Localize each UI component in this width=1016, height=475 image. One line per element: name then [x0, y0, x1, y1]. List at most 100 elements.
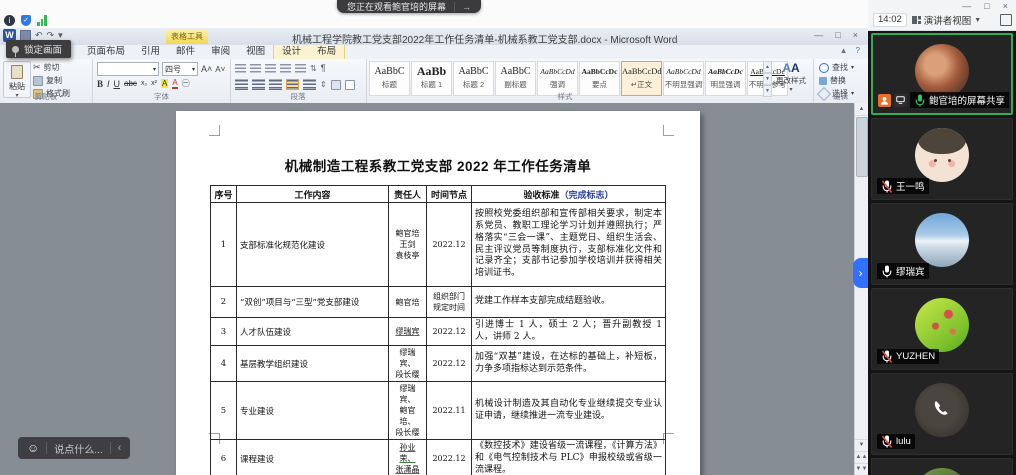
grow-font-icon[interactable]: A˄	[201, 64, 212, 74]
word-vertical-scrollbar[interactable]: ▲ ▼ ▲▲ ▼▼	[854, 103, 868, 475]
restore-icon[interactable]: □	[835, 30, 840, 40]
distribute-icon[interactable]	[303, 79, 316, 90]
restore-icon[interactable]: □	[984, 1, 989, 11]
shrink-font-icon[interactable]: A˅	[215, 65, 225, 74]
replace-button[interactable]: 替换	[819, 75, 854, 86]
superscript-icon[interactable]: x²	[151, 80, 157, 87]
show-marks-icon[interactable]: ¶	[321, 63, 326, 73]
align-justify-icon[interactable]	[286, 79, 299, 90]
sort-icon[interactable]: ⇅	[310, 64, 317, 73]
next-page-icon[interactable]: ▼▼	[855, 463, 868, 475]
participant-tile-王一鸣[interactable]: 王一鸣	[871, 118, 1013, 200]
shading-icon[interactable]	[331, 80, 341, 90]
col-header-time: 时间节点	[427, 186, 472, 203]
italic-button[interactable]: I	[107, 79, 110, 89]
chat-collapse-icon[interactable]: ‹	[118, 442, 122, 454]
font-name-combo[interactable]: ▾	[97, 62, 159, 76]
font-size-combo[interactable]: 四号▾	[162, 62, 198, 76]
cell-owner: 缪瑞宾、 鲍官培、 段长缨	[389, 382, 427, 440]
lock-screen-pin-button[interactable]: 锁定画面	[6, 40, 71, 58]
tab-页面布局[interactable]: 页面布局	[79, 45, 133, 59]
minimize-icon[interactable]: —	[962, 1, 971, 11]
screen-share-view: i ✓ W ↶ ↷ ▾ 表格工具 机械工程学院教工党支部2022年工作任务清单-…	[0, 0, 868, 475]
underline-button[interactable]: U	[114, 79, 121, 89]
borders-icon[interactable]	[345, 80, 355, 90]
participant-tile-缪瑞宾[interactable]: 缪瑞宾	[871, 203, 1013, 285]
tab-设计[interactable]: 设计	[274, 45, 309, 59]
participant-tile-partial[interactable]	[871, 458, 1013, 475]
chevron-down-icon: ▼	[974, 17, 981, 24]
mic-muted-icon	[881, 350, 893, 363]
participant-tile-lulu[interactable]: lulu	[871, 373, 1013, 455]
tab-视图[interactable]: 视图	[238, 45, 273, 59]
tab-审阅[interactable]: 审阅	[203, 45, 238, 59]
tab-引用[interactable]: 引用	[133, 45, 168, 59]
close-icon[interactable]: ×	[1003, 1, 1008, 11]
fullscreen-icon[interactable]	[1000, 14, 1012, 26]
participant-tile-鲍官培的屏幕共享[interactable]: 鲍官培的屏幕共享	[871, 33, 1013, 115]
align-left-icon[interactable]	[235, 79, 248, 90]
cell-time: 2022.12	[427, 318, 472, 346]
ribbon-minimize-help: ▲ ?	[840, 46, 860, 55]
participant-tile-YUZHEN[interactable]: YUZHEN	[871, 288, 1013, 370]
table-row: 3人才队伍建设缪瑞宾2022.12引进博士 1 人，硕士 2 人；晋升副教授 1…	[211, 318, 666, 346]
col-header-no: 序号	[211, 186, 237, 203]
cell-criteria: 引进博士 1 人，硕士 2 人；晋升副教授 1 人，讲师 2 人。	[472, 318, 666, 346]
gallery-more-icon[interactable]: ▼	[763, 85, 772, 97]
layout-grid-icon	[912, 16, 921, 24]
change-styles-button[interactable]: AA 更改样式 ▾	[773, 62, 809, 93]
decrease-indent-icon[interactable]	[280, 64, 291, 73]
copy-button[interactable]: 复制	[33, 75, 70, 86]
styles-gallery-arrows: ▲ ▼ ▼	[763, 61, 772, 94]
find-button[interactable]: 查找▾	[819, 62, 854, 73]
close-icon[interactable]: ×	[853, 30, 858, 40]
table-row: 2“双创”项目与“三型”党支部建设鲍官培组织部门 规定时间党建工作样本支部完成结…	[211, 287, 666, 318]
shield-icon[interactable]: ✓	[21, 15, 31, 26]
bullets-icon[interactable]	[235, 64, 246, 73]
bold-button[interactable]: B	[97, 79, 103, 89]
highlight-color-icon[interactable]: A	[161, 79, 168, 88]
cut-button[interactable]: ✂剪切	[33, 62, 70, 73]
font-color-icon[interactable]: A	[172, 79, 177, 89]
align-right-icon[interactable]	[269, 79, 282, 90]
sidebar-collapse-handle[interactable]: ›	[853, 258, 868, 288]
scroll-up-icon[interactable]: ▲	[855, 103, 868, 116]
margin-mark	[663, 125, 674, 136]
scroll-down-icon[interactable]: ▼	[855, 439, 868, 451]
emoji-icon[interactable]: ☺	[27, 441, 39, 455]
table-row: 4基层教学组织建设缪瑞宾、 段长缨2022.12加强“双基”建设，在达标的基础上…	[211, 346, 666, 382]
subscript-icon[interactable]: x₂	[141, 80, 147, 87]
ribbon-collapse-icon[interactable]: ▲	[840, 46, 848, 55]
increase-indent-icon[interactable]	[295, 64, 306, 73]
col-header-owner: 责任人	[389, 186, 427, 203]
tab-邮件[interactable]: 邮件	[168, 45, 203, 59]
gallery-up-icon[interactable]: ▲	[763, 61, 772, 73]
banner-exit-icon[interactable]: →	[454, 2, 471, 12]
strikethrough-icon[interactable]: abc	[124, 79, 137, 88]
view-mode-button[interactable]: 演讲者视图 ▼	[912, 13, 981, 27]
previous-page-icon[interactable]: ▲▲	[855, 451, 868, 463]
line-spacing-icon[interactable]: ⇕	[320, 80, 327, 89]
tile-label-bar: YUZHEN	[877, 349, 939, 364]
enclose-char-icon[interactable]: ㊀	[182, 78, 190, 89]
signal-bars-icon[interactable]	[37, 15, 47, 26]
table-row: 6课程建设孙业荣、 张潇晶2022.12《数控技术》建设省级一流课程，《计算方法…	[211, 440, 666, 475]
gallery-down-icon[interactable]: ▼	[763, 73, 772, 85]
help-icon[interactable]: ?	[856, 46, 860, 55]
ribbon: 粘贴 ▾ ✂剪切 复制 格式刷 剪贴板 ▾ 四号▾ A˄	[0, 59, 868, 104]
align-center-icon[interactable]	[252, 79, 265, 90]
table-header-row: 序号 工作内容 责任人 时间节点 验收标准（完成标志）	[211, 186, 666, 203]
document-page[interactable]: 机械制造工程系教工党支部 2022 年工作任务清单 序号 工作内容 责任人 时间…	[176, 111, 700, 475]
participant-tiles: 鲍官培的屏幕共享王一鸣缪瑞宾 YUZHEN lulu	[868, 30, 1016, 475]
watching-banner: 您正在观看鲍官培的屏幕 →	[337, 0, 481, 13]
minimize-icon[interactable]: —	[814, 30, 823, 40]
table-row: 5专业建设缪瑞宾、 鲍官培、 段长缨2022.11机械设计制造及其自动化专业继续…	[211, 382, 666, 440]
info-icon[interactable]: i	[4, 15, 15, 26]
tab-布局[interactable]: 布局	[309, 45, 344, 59]
scrollbar-thumb[interactable]	[856, 117, 868, 177]
chat-input-pill[interactable]: ☺ 说点什么... ‹	[18, 437, 130, 459]
cell-task: 课程建设	[237, 440, 389, 475]
numbering-icon[interactable]	[250, 64, 261, 73]
tile-label-bar: lulu	[877, 434, 915, 449]
multilevel-list-icon[interactable]	[265, 64, 276, 73]
